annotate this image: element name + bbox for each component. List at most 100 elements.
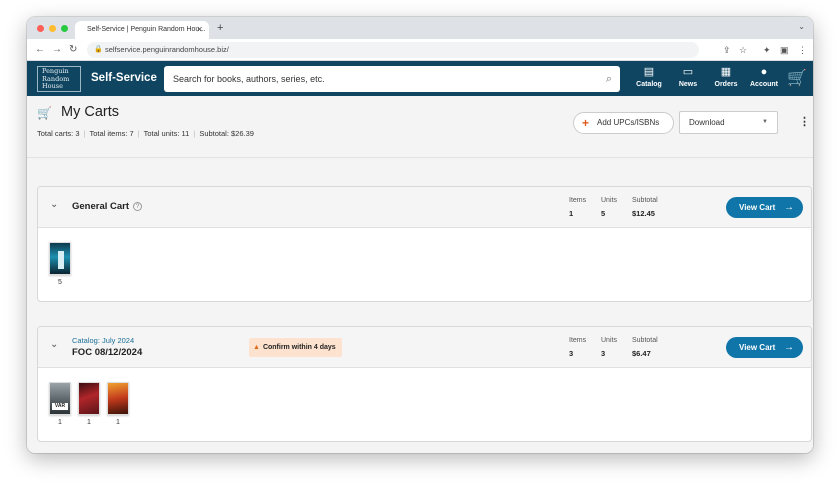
new-tab-button[interactable]: + (217, 21, 223, 35)
book-quantity: 1 (58, 419, 62, 426)
tab-strip: Self-Service | Penguin Random Hou... ✕ +… (27, 17, 813, 39)
chevron-down-icon: ▼ (762, 119, 768, 125)
confirm-warning-badge: ▲ Confirm within 4 days (249, 338, 342, 357)
units-label: Units (601, 337, 617, 344)
help-icon[interactable]: ? (133, 202, 143, 211)
book-thumbnail[interactable]: 1 (107, 382, 129, 426)
items-value: 1 (569, 209, 574, 218)
book-cover-image[interactable] (78, 382, 100, 415)
tab-search-icon[interactable]: ⌄ (798, 22, 805, 31)
url-field[interactable]: 🔒 selfservice.penguinrandomhouse.biz/ (87, 42, 699, 58)
tab-close-icon[interactable]: ✕ (196, 21, 203, 39)
extensions-icon[interactable]: ✦ (763, 42, 771, 58)
total-carts: Total carts: 3 (37, 129, 80, 138)
lock-icon: 🔒 (94, 46, 103, 53)
book-quantity: 5 (58, 279, 62, 286)
cart-totals: Total carts: 3 | Total items: 7 | Total unit… (37, 129, 254, 138)
cart-name: General Cart? (72, 201, 143, 212)
book-thumbnail[interactable]: 5 (49, 242, 71, 286)
book-thumbnail[interactable]: 1 (78, 382, 100, 426)
items-label: Items (569, 197, 587, 204)
book-quantity: 1 (87, 419, 91, 426)
forward-icon[interactable]: → (52, 42, 62, 58)
search-icon[interactable]: ⌕ (606, 66, 612, 92)
browser-tab[interactable]: Self-Service | Penguin Random Hou... ✕ (75, 21, 209, 39)
warning-text: Confirm within 4 days (262, 344, 336, 351)
cart-icon[interactable]: 🛒 (787, 68, 807, 88)
page-body: 🛒 My Carts Total carts: 3 | Total items: 7… (27, 96, 813, 453)
window-controls (37, 25, 68, 32)
cart-items-stat: Items 3 (569, 336, 586, 359)
news-icon: ▭ (682, 66, 694, 78)
bookmark-star-icon[interactable]: ☆ (739, 42, 747, 58)
reload-icon[interactable]: ↻ (69, 42, 77, 58)
carts-header: 🛒 My Carts Total carts: 3 | Total items: 7… (27, 96, 813, 158)
cart-card-header[interactable]: ⌄ Catalog: July 2024 FOC 08/12/2024 ▲ Con… (38, 327, 811, 368)
chevron-collapse-icon[interactable]: ⌄ (50, 339, 58, 350)
brand-title[interactable]: Self-Service (91, 61, 157, 96)
view-cart-label: View Cart (739, 343, 776, 352)
back-icon[interactable]: ← (35, 42, 45, 58)
subtotal-label: Subtotal (632, 197, 658, 204)
cart-thumbnails: VAR 1 1 1 (49, 382, 129, 426)
book-thumbnail[interactable]: VAR 1 (49, 382, 71, 426)
view-cart-label: View Cart (739, 203, 776, 212)
cart-card-foc: ⌄ Catalog: July 2024 FOC 08/12/2024 ▲ Con… (37, 326, 812, 442)
download-select[interactable]: Download ▼ (679, 111, 778, 134)
items-label: Items (569, 337, 587, 344)
page-title: My Carts (61, 104, 119, 120)
share-icon[interactable]: ⇪ (723, 42, 731, 58)
more-options-icon[interactable]: ⋮ (799, 115, 810, 128)
sidepanel-icon[interactable]: ▣ (780, 42, 789, 58)
subtotal-value: $6.47 (632, 349, 651, 358)
cart-card-header[interactable]: ⌄ General Cart? Items 1 Units 5 Subtotal… (38, 187, 811, 228)
warning-icon: ▲ (253, 344, 260, 351)
nav-catalog[interactable]: ▤ Catalog (630, 64, 668, 90)
logo-line-3: House (42, 82, 63, 90)
cart-units-stat: Units 5 (601, 196, 617, 219)
plus-icon: + (582, 116, 590, 130)
add-upcs-button[interactable]: + Add UPCs/ISBNs (573, 112, 674, 134)
cart-card-general: ⌄ General Cart? Items 1 Units 5 Subtotal… (37, 186, 812, 302)
add-upcs-label: Add UPCs/ISBNs (597, 118, 660, 127)
book-cover-image[interactable] (49, 242, 71, 275)
prh-logo[interactable]: Penguin Random House (37, 66, 81, 92)
tab-title: Self-Service | Penguin Random Hou... (87, 26, 206, 33)
search-placeholder: Search for books, authors, series, etc. (173, 74, 325, 84)
cart-name-text: General Cart (72, 201, 130, 212)
cart-items-stat: Items 1 (569, 196, 586, 219)
chevron-collapse-icon[interactable]: ⌄ (50, 199, 58, 210)
book-cover-image[interactable]: VAR (49, 382, 71, 415)
my-carts-icon: 🛒 (37, 106, 52, 120)
cart-subtotal-stat: Subtotal $12.45 (632, 196, 658, 219)
nav-news[interactable]: ▭ News (669, 64, 707, 90)
units-value: 5 (601, 209, 606, 218)
close-window-button[interactable] (37, 25, 44, 32)
minimize-window-button[interactable] (49, 25, 56, 32)
catalog-icon: ▤ (643, 66, 655, 78)
url-text: selfservice.penguinrandomhouse.biz/ (105, 45, 229, 54)
subtotal-value: $12.45 (632, 209, 655, 218)
arrow-right-icon: → (784, 202, 794, 213)
nav-orders-label: Orders (714, 81, 738, 88)
account-icon: ● (760, 66, 768, 78)
cart-subtotal-stat: Subtotal $6.47 (632, 336, 658, 359)
browser-menu-icon[interactable]: ⋮ (798, 42, 807, 58)
view-cart-button[interactable]: View Cart → (726, 337, 803, 358)
maximize-window-button[interactable] (61, 25, 68, 32)
variant-badge: VAR (52, 403, 68, 410)
nav-orders[interactable]: ▦ Orders (707, 64, 745, 90)
book-cover-image[interactable] (107, 382, 129, 415)
browser-window: Self-Service | Penguin Random Hou... ✕ +… (27, 17, 813, 453)
address-bar-row: ← → ↻ 🔒 selfservice.penguinrandomhouse.b… (27, 39, 813, 61)
search-input[interactable]: Search for books, authors, series, etc. … (164, 66, 620, 92)
catalog-link[interactable]: Catalog: July 2024 (72, 336, 134, 345)
download-label: Download (689, 118, 725, 127)
subtotal-label: Subtotal (632, 337, 658, 344)
nav-account[interactable]: ● Account (745, 64, 783, 90)
total-subtotal: Subtotal: $26.39 (199, 129, 254, 138)
cart-thumbnails: 5 (49, 242, 71, 286)
total-items: Total items: 7 (89, 129, 134, 138)
view-cart-button[interactable]: View Cart → (726, 197, 803, 218)
arrow-right-icon: → (784, 342, 794, 353)
